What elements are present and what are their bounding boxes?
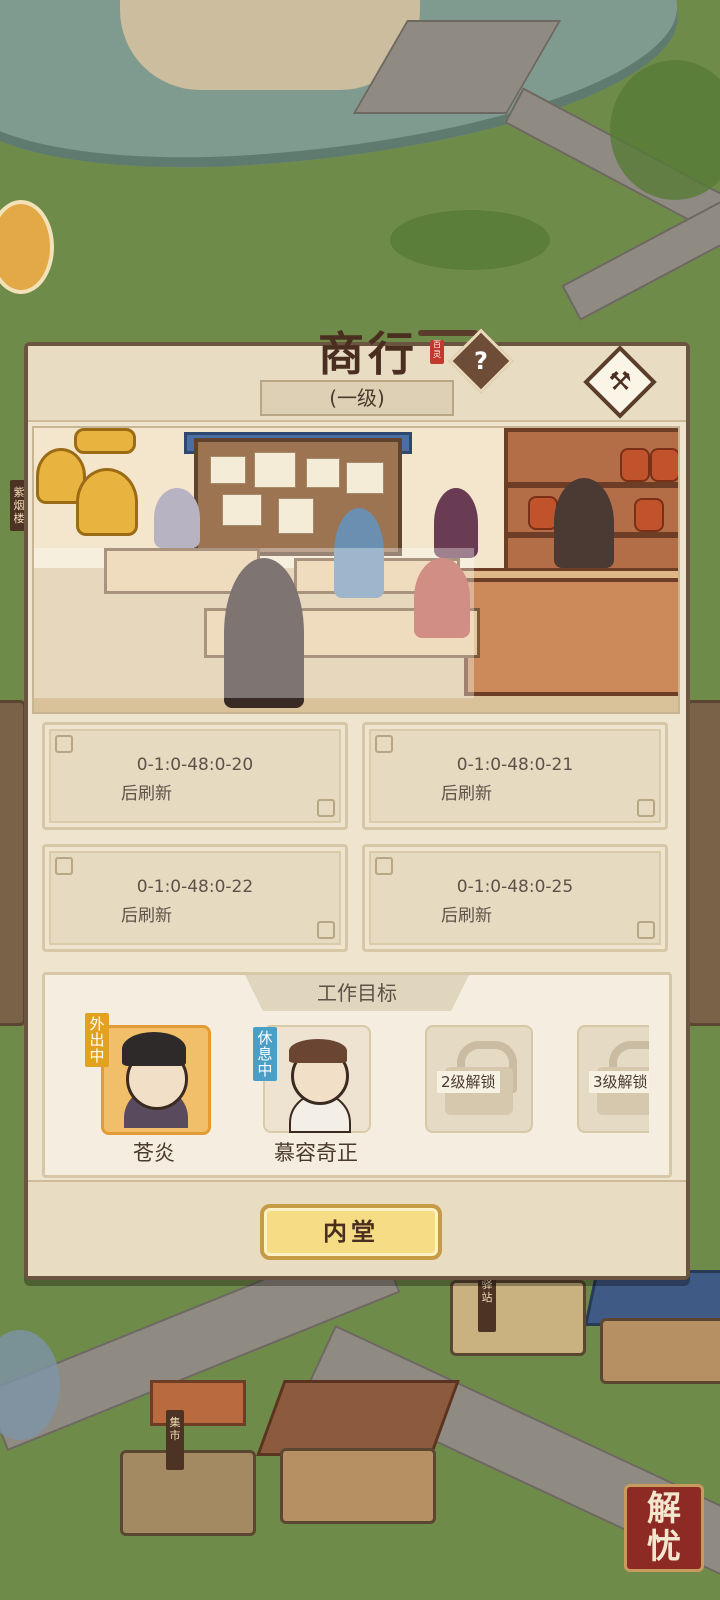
notice-paper	[278, 498, 314, 534]
bell	[74, 428, 136, 454]
notice-paper	[346, 462, 384, 494]
unlock-requirement: 2级解锁	[437, 1071, 500, 1093]
counter	[464, 578, 678, 696]
task-refresh-note: 后刷新	[121, 784, 172, 804]
card-corner-ornament	[375, 857, 393, 875]
card-corner-ornament	[55, 735, 73, 753]
station-building	[450, 1280, 586, 1356]
card-corner-ornament	[317, 799, 335, 817]
shop-illustration	[32, 426, 680, 714]
notice-paper	[306, 458, 340, 488]
task-refresh-time: 0-1:0-48:0-25	[456, 877, 574, 897]
task-refresh-time: 0-1:0-48:0-22	[136, 877, 254, 897]
sign-market: 集市	[166, 1410, 184, 1470]
wine-jar	[634, 498, 664, 532]
sign-station: 驿站	[478, 1272, 496, 1332]
locked-slot-level3[interactable]: 3级解锁	[577, 1025, 649, 1133]
station-building	[600, 1318, 720, 1384]
shopkeeper	[554, 478, 614, 568]
task-card[interactable]: 0-1:0-48:0-20 后刷新	[42, 722, 348, 830]
task-card[interactable]: 0-1:0-48:0-22 后刷新	[42, 844, 348, 952]
task-refresh-note: 后刷新	[441, 784, 492, 804]
notice-paper	[210, 456, 246, 484]
building-edge	[686, 700, 720, 1026]
locked-slot-level2[interactable]: 2级解锁	[425, 1025, 533, 1133]
card-corner-ornament	[55, 857, 73, 875]
status-rest-tag: 休息中	[253, 1027, 277, 1081]
event-badge-icon[interactable]	[0, 200, 54, 294]
task-refresh-time: 0-1:0-48:0-21	[456, 755, 574, 775]
wine-jar	[650, 448, 678, 482]
market-stall	[120, 1450, 256, 1536]
hammer-icon: ⚒	[608, 367, 632, 397]
shop-panel: 商行 (一级) 0-1:0-48:0-20 后刷新 0-1:0-48:0-21 …	[24, 327, 690, 1280]
inner-hall-button[interactable]: 内堂	[260, 1204, 442, 1260]
child	[154, 488, 200, 548]
task-refresh-note: 后刷新	[441, 906, 492, 926]
task-refresh-note: 后刷新	[121, 906, 172, 926]
question-icon: ?	[474, 347, 488, 375]
jieyou-char-1: 解	[647, 1489, 681, 1529]
task-card[interactable]: 0-1:0-48:0-21 后刷新	[362, 722, 668, 830]
task-card[interactable]: 0-1:0-48:0-25 后刷新	[362, 844, 668, 952]
scene-haze	[34, 548, 474, 698]
bell	[76, 468, 138, 536]
level-label: (一级)	[260, 380, 454, 416]
jieyou-char-2: 忧	[647, 1527, 681, 1567]
seal-stamp: 百灵	[430, 340, 444, 364]
market-stall	[150, 1380, 246, 1426]
status-out-tag: 外出中	[85, 1013, 109, 1067]
worker-hat	[122, 1032, 186, 1066]
worker-name: 慕容奇正	[274, 1141, 358, 1165]
unlock-requirement: 3级解锁	[589, 1071, 649, 1093]
market-roof	[256, 1380, 460, 1456]
worker-name: 苍炎	[133, 1141, 175, 1165]
card-corner-ornament	[637, 921, 655, 939]
work-target-title: 工作目标	[245, 975, 469, 1011]
worker-hat	[289, 1039, 347, 1063]
stone-road	[561, 199, 720, 321]
notice-paper	[254, 452, 296, 488]
task-refresh-time: 0-1:0-48:0-20	[136, 755, 254, 775]
card-corner-ornament	[637, 799, 655, 817]
market-building	[280, 1448, 436, 1524]
card-corner-ornament	[375, 735, 393, 753]
work-target-section: 工作目标 外出中 苍炎 休息中 慕容奇正 2级解锁 3级解锁	[42, 972, 672, 1178]
building-edge	[0, 700, 26, 1026]
task-cards: 0-1:0-48:0-20 后刷新 0-1:0-48:0-21 后刷新 0-1:…	[42, 722, 668, 952]
notice-paper	[222, 494, 262, 526]
wine-jar	[620, 448, 650, 482]
worker-slot-murong[interactable]	[263, 1025, 371, 1133]
card-corner-ornament	[317, 921, 335, 939]
panel-title: 商行	[318, 327, 418, 381]
jieyou-button[interactable]: 解 忧	[624, 1484, 704, 1572]
worker-slot-cangyan[interactable]	[101, 1025, 211, 1135]
bushes	[390, 210, 550, 270]
